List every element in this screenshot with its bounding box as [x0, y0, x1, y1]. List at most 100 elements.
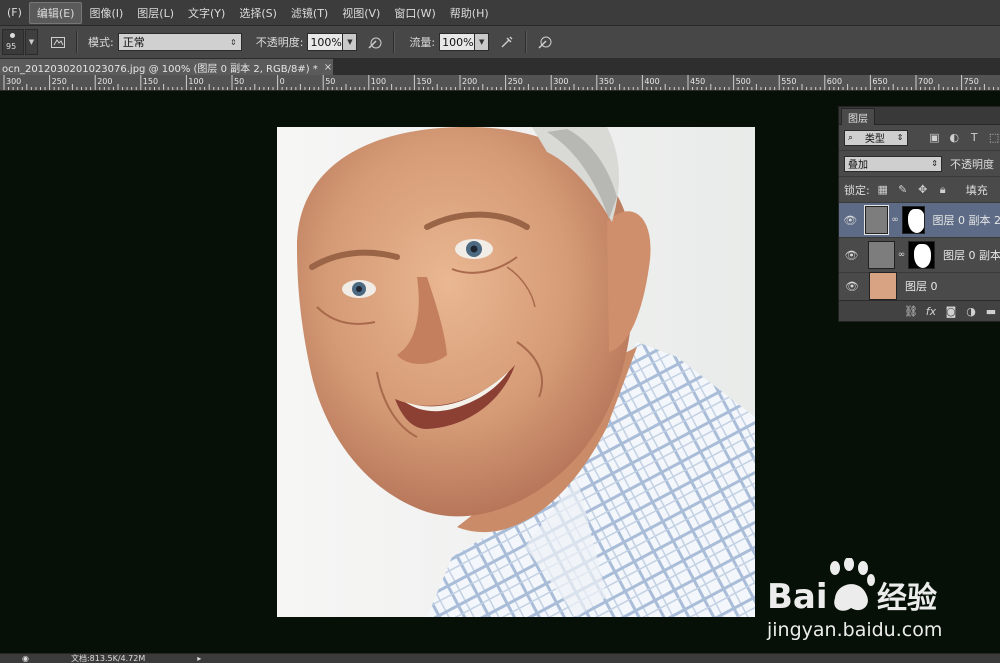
ruler-label: 100: [371, 77, 386, 86]
menu-bar: (F) 编辑(E) 图像(I) 图层(L) 文字(Y) 选择(S) 滤镜(T) …: [0, 0, 1000, 26]
fill-label: 填充: [966, 182, 988, 198]
new-group-icon[interactable]: ▬: [981, 305, 1000, 318]
ruler-label: 300: [6, 77, 21, 86]
blend-mode-value: 叠加: [848, 156, 868, 171]
separator: [76, 31, 78, 53]
lock-label: 锁定:: [844, 182, 870, 198]
ruler-label: 600: [827, 77, 842, 86]
ruler-label: 150: [143, 77, 158, 86]
ruler-label: 350: [599, 77, 614, 86]
document-tab[interactable]: ocn_20120302010230​76.jpg @ 100% (图层 0 副…: [0, 59, 333, 75]
ruler-label: 400: [644, 77, 659, 86]
link-layers-icon[interactable]: ⛓︎: [901, 305, 921, 318]
ruler-label: 750: [964, 77, 979, 86]
close-icon[interactable]: ×: [324, 62, 332, 73]
document-image[interactable]: [277, 127, 755, 617]
menu-edit[interactable]: 编辑(E): [29, 2, 83, 24]
layer-name: 图层 0 副本: [943, 247, 1000, 263]
menu-help[interactable]: 帮助(H): [443, 3, 496, 23]
menu-view[interactable]: 视图(V): [335, 3, 387, 23]
layers-panel-footer: ⛓︎ fx ◙ ◑ ▬: [839, 300, 1000, 321]
ruler-label: 50: [234, 77, 244, 86]
link-icon[interactable]: ∞: [891, 215, 899, 225]
layer-thumbnail: [869, 272, 897, 300]
document-tab-bar: ocn_20120302010230​76.jpg @ 100% (图层 0 副…: [0, 59, 1000, 75]
menu-select[interactable]: 选择(S): [232, 3, 284, 23]
layer-filter-value: 类型: [865, 130, 885, 145]
lock-all-icon[interactable]: 🔒︎: [936, 183, 950, 197]
ruler-label: 250: [52, 77, 67, 86]
layer-row[interactable]: 👁︎ ∞ 图层 0 副本 2: [839, 203, 1000, 238]
add-mask-icon[interactable]: ◙: [941, 305, 961, 318]
pressure-opacity-icon[interactable]: [365, 32, 385, 52]
ruler-label: 50: [325, 77, 335, 86]
layer-name: 图层 0: [905, 278, 938, 294]
eye-icon[interactable]: 👁︎: [843, 280, 861, 293]
menu-filter[interactable]: 滤镜(T): [284, 3, 335, 23]
blend-row: 叠加 ⇕ 不透明度: [839, 151, 1000, 177]
tool-options-bar: 95 ▼ 模式: 正常 ⇕ 不透明度: 100% ▼ 流量: 100% ▼: [0, 26, 1000, 59]
layer-opacity-label: 不透明度: [950, 156, 994, 172]
layer-mask-thumbnail[interactable]: [902, 206, 925, 234]
ruler-label: 250: [508, 77, 523, 86]
ruler-label: 650: [872, 77, 887, 86]
brush-size-value: 95: [6, 42, 16, 51]
lock-paint-icon[interactable]: ✎: [896, 183, 910, 197]
ruler-ticks: 3002502001501005005010015020025030035040…: [0, 75, 1000, 90]
ruler-label: 500: [736, 77, 751, 86]
opacity-input[interactable]: 100%: [307, 33, 343, 51]
filter-shape-icon[interactable]: ⬚: [987, 131, 1000, 145]
portrait-photo: [277, 127, 755, 617]
blend-mode-select[interactable]: 叠加 ⇕: [844, 156, 942, 172]
horizontal-ruler: 3002502001501005005010015020025030035040…: [0, 75, 1000, 91]
ruler-label: 0: [280, 77, 285, 86]
menu-window[interactable]: 窗口(W): [387, 3, 442, 23]
filter-adjustment-icon[interactable]: ◐: [947, 131, 961, 145]
menu-image[interactable]: 图像(I): [82, 3, 130, 23]
mode-label: 模式:: [88, 34, 114, 50]
eye-icon[interactable]: 👁︎: [843, 249, 860, 262]
baidu-logo: Bai 经验 jingyan.baidu.com: [765, 558, 985, 643]
adjustment-layer-icon[interactable]: ◑: [961, 305, 981, 318]
pressure-size-icon[interactable]: [535, 32, 555, 52]
link-icon[interactable]: ∞: [898, 250, 906, 260]
lock-row: 锁定: ▦ ✎ ✥ 🔒︎ 填充: [839, 177, 1000, 203]
baidu-watermark: Bai 经验 jingyan.baidu.com: [765, 558, 985, 643]
ruler-label: 550: [781, 77, 796, 86]
fx-icon[interactable]: fx: [921, 305, 941, 318]
opacity-label: 不透明度:: [256, 34, 304, 50]
brush-panel-toggle-icon[interactable]: [48, 32, 68, 52]
brush-dropdown-button[interactable]: ▼: [25, 29, 38, 55]
watermark-url: jingyan.baidu.com: [766, 619, 942, 641]
menu-file[interactable]: (F): [0, 4, 29, 21]
layers-panel-header: 图层: [839, 107, 1000, 125]
layer-row[interactable]: 👁︎ ∞ 图层 0 副本: [839, 238, 1000, 273]
filter-image-icon[interactable]: ▣: [928, 131, 942, 145]
separator: [393, 31, 395, 53]
separator: [525, 31, 527, 53]
lock-position-icon[interactable]: ✥: [916, 183, 930, 197]
flow-dropdown-button[interactable]: ▼: [475, 33, 489, 51]
menu-type[interactable]: 文字(Y): [181, 3, 232, 23]
layer-mask-thumbnail[interactable]: [908, 241, 935, 269]
watermark-suffix: 经验: [877, 581, 937, 616]
select-arrow-icon: ⇕: [230, 38, 237, 47]
layer-filter-select[interactable]: ⌕ 类型 ⇕: [844, 130, 908, 146]
flow-input[interactable]: 100%: [439, 33, 475, 51]
layers-panel-tab[interactable]: 图层: [841, 108, 875, 125]
opacity-dropdown-button[interactable]: ▼: [343, 33, 357, 51]
eye-icon[interactable]: 👁︎: [843, 214, 857, 227]
layer-thumbnail: [868, 241, 895, 269]
ruler-label: 200: [97, 77, 112, 86]
brush-preset-picker[interactable]: 95: [2, 29, 24, 55]
airbrush-icon[interactable]: [497, 32, 517, 52]
ruler-label: 150: [416, 77, 431, 86]
menu-layer[interactable]: 图层(L): [130, 3, 181, 23]
mode-select[interactable]: 正常 ⇕: [118, 33, 242, 51]
ruler-label: 300: [553, 77, 568, 86]
select-arrow-icon: ⇕: [931, 159, 938, 168]
lock-transparent-icon[interactable]: ▦: [876, 183, 890, 197]
filter-type-icon[interactable]: T: [967, 131, 981, 145]
layer-row[interactable]: 👁︎ 图层 0: [839, 273, 1000, 299]
layer-name: 图层 0 副本 2: [933, 212, 1000, 228]
